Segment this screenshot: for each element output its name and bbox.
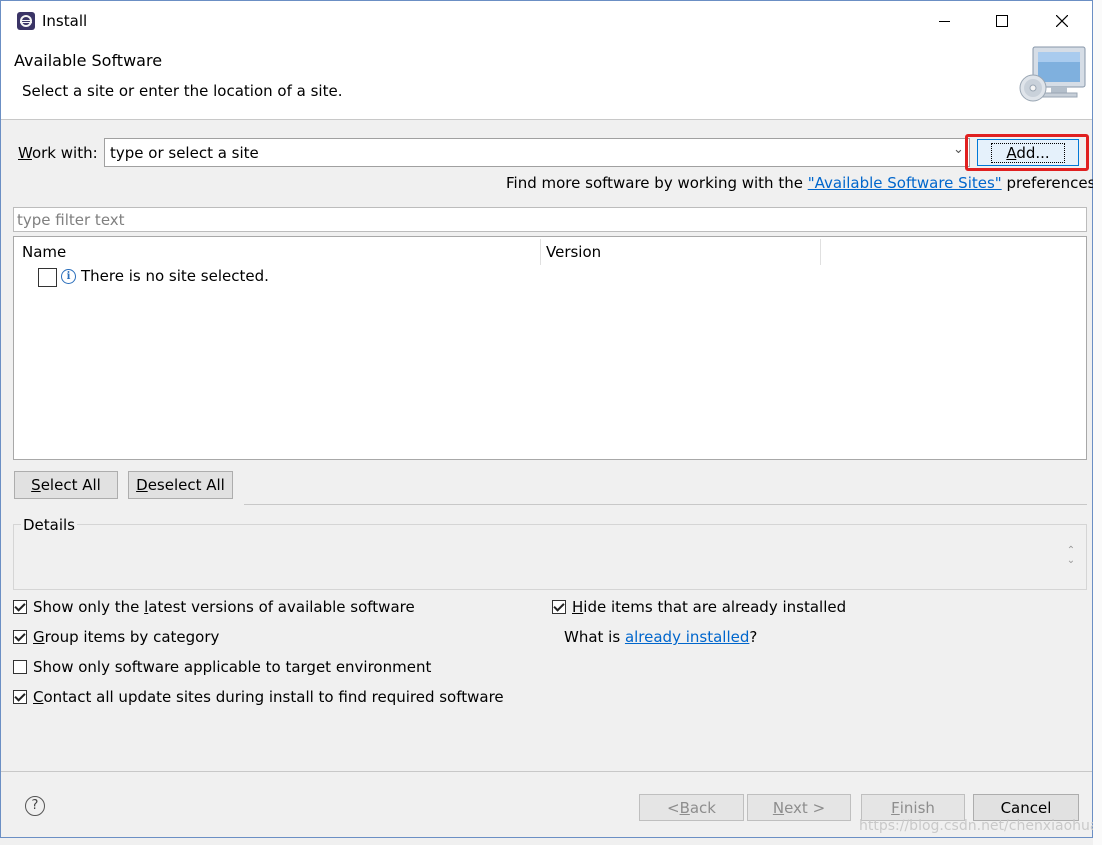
option-hide-installed-label[interactable]: Hide items that are already installed (572, 598, 846, 616)
column-header-name[interactable]: Name (22, 243, 66, 261)
background-window-edge (1093, 0, 1102, 845)
close-icon (1056, 15, 1068, 27)
row-checkbox[interactable] (38, 268, 57, 287)
column-divider (820, 239, 821, 265)
scroll-down-icon: ⌄ (1066, 555, 1076, 566)
wizard-header: Available Software Select a site or ente… (1, 41, 1092, 120)
finish-button[interactable]: Finish (861, 794, 965, 821)
filter-input[interactable]: type filter text (13, 207, 1087, 232)
software-table: Name Version i There is no site selected… (13, 236, 1087, 460)
deselect-all-button[interactable]: Deselect All (128, 471, 233, 499)
option-group-by-category-label[interactable]: Group items by category (33, 628, 219, 646)
cancel-button[interactable]: Cancel (973, 794, 1079, 821)
add-button[interactable]: Add... (977, 139, 1079, 166)
table-row[interactable]: i There is no site selected. (34, 265, 634, 287)
option-latest-versions-checkbox[interactable] (13, 600, 27, 614)
filter-placeholder: type filter text (17, 211, 125, 229)
info-icon: i (61, 269, 76, 284)
maximize-icon (996, 15, 1008, 27)
back-button[interactable]: < Back (639, 794, 744, 821)
work-with-combo[interactable]: type or select a site ⌄ (104, 138, 970, 167)
details-scroll-arrows[interactable]: ⌃ ⌄ (1065, 546, 1077, 568)
separator (244, 504, 1087, 505)
option-contact-sites-label[interactable]: Contact all update sites during install … (33, 688, 504, 706)
what-is-installed-text: What is already installed? (564, 628, 758, 646)
eclipse-logo-icon (17, 12, 35, 30)
already-installed-link[interactable]: already installed (625, 628, 749, 646)
minimize-icon (938, 20, 950, 22)
next-button[interactable]: Next > (747, 794, 851, 821)
column-header-version[interactable]: Version (546, 243, 601, 261)
column-divider (540, 239, 541, 265)
option-target-environment-checkbox[interactable] (13, 660, 27, 674)
watermark: https://blog.csdn.net/chenxiaohua (859, 818, 1099, 834)
close-button[interactable] (1033, 1, 1091, 41)
work-with-label: Work with: (18, 144, 98, 162)
chevron-down-icon: ⌄ (953, 142, 964, 157)
available-software-sites-link[interactable]: "Available Software Sites" (808, 174, 1002, 192)
minimize-button[interactable] (915, 1, 973, 41)
option-hide-installed-checkbox[interactable] (552, 600, 566, 614)
install-dialog: Install Available Software Select a site… (0, 0, 1100, 838)
page-title: Available Software (14, 51, 163, 70)
page-description: Select a site or enter the location of a… (22, 82, 343, 100)
help-icon[interactable]: ? (25, 796, 45, 816)
work-with-value: type or select a site (110, 144, 259, 162)
footer-separator (1, 771, 1092, 772)
window-title: Install (42, 12, 88, 30)
find-more-text: Find more software by working with the "… (506, 174, 1101, 192)
option-contact-sites-checkbox[interactable] (13, 690, 27, 704)
row-text: There is no site selected. (81, 267, 269, 285)
option-latest-versions-label[interactable]: Show only the latest versions of availab… (33, 598, 415, 616)
option-group-by-category-checkbox[interactable] (13, 630, 27, 644)
details-label: Details (21, 516, 78, 534)
maximize-button[interactable] (973, 1, 1031, 41)
title-bar: Install (1, 1, 1092, 41)
option-target-environment-label[interactable]: Show only software applicable to target … (33, 658, 431, 676)
select-all-button[interactable]: Select All (14, 471, 118, 499)
details-group (13, 524, 1087, 590)
install-software-icon (1019, 45, 1093, 107)
